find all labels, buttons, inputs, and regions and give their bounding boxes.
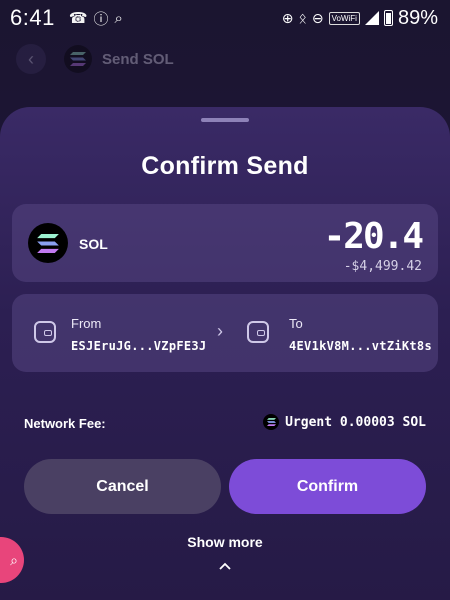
system-icons: ⊕ ᛟ ⊖ VoWiFi 89% (282, 7, 438, 30)
sheet-handle[interactable] (201, 118, 249, 122)
battery-percent: 89% (397, 6, 438, 29)
sync-icon: ⊕ (281, 9, 294, 26)
sheet-title: Confirm Send (141, 152, 309, 180)
back-button: ‹ (16, 44, 46, 74)
show-more-link[interactable]: Show more (0, 534, 450, 550)
whatsapp-icon: ☎ (68, 10, 88, 27)
signal-icon (364, 11, 379, 25)
notification-icons: ☎ ⓘ ⌕ (69, 8, 123, 29)
route-card: From ESJEruJG...VZpFE3J › To 4EV1kV8M...… (12, 294, 438, 372)
underlay-title: Send SOL (102, 50, 174, 68)
status-time: 6:41 (10, 5, 55, 30)
wallet-icon (34, 321, 56, 343)
vowifi-badge: VoWiFi (328, 11, 360, 25)
underlay-header: ‹ Send SOL (16, 44, 174, 74)
solana-token-icon (28, 223, 68, 263)
wallet-icon (247, 321, 269, 343)
network-fee-label: Network Fee: (24, 416, 106, 431)
solana-logo-icon (64, 45, 92, 73)
battery-icon (383, 10, 393, 26)
chevron-right-icon: › (217, 321, 223, 341)
chevron-up-icon[interactable] (219, 560, 231, 572)
search-icon: ⌕ (10, 551, 18, 568)
status-bar: 6:41 ☎ ⓘ ⌕ ⊕ ᛟ ⊖ VoWiFi 89% (0, 0, 450, 36)
to-label: To (289, 316, 303, 331)
amount-card: SOL -20.4 -$4,499.42 (12, 204, 438, 282)
network-fee[interactable]: Urgent 0.00003 SOL (263, 414, 426, 430)
send-amount: -20.4 (323, 216, 424, 257)
info-icon: ⓘ (93, 10, 109, 28)
dnd-icon: ⊖ (311, 9, 324, 26)
send-amount-usd: -$4,499.42 (343, 259, 422, 274)
token-symbol: SOL (79, 236, 108, 252)
network-fee-value: Urgent 0.00003 SOL (285, 414, 426, 430)
to-address: 4EV1kV8M...vtZiKt8s (289, 339, 432, 353)
cancel-button[interactable]: Cancel (24, 459, 221, 514)
solana-fee-icon (263, 414, 280, 430)
from-label: From (71, 316, 102, 331)
bluetooth-icon: ᛟ (298, 10, 307, 26)
from-address: ESJEruJG...VZpFE3J (71, 339, 207, 353)
wifi-search-icon: ⌕ (114, 9, 123, 27)
confirm-button[interactable]: Confirm (229, 459, 426, 514)
